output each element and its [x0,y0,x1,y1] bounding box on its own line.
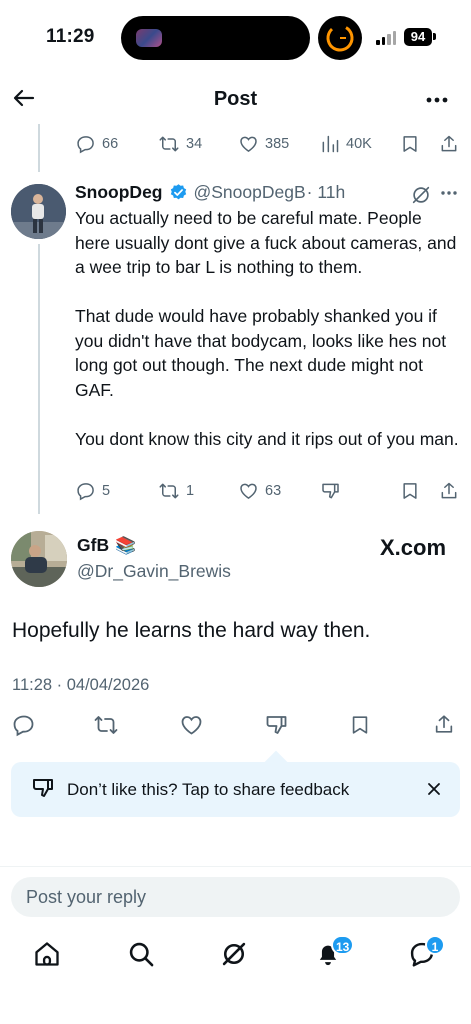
x-com-logo: X.com [380,535,447,560]
bookmark-button[interactable] [400,481,420,501]
timer-activity [318,16,362,60]
main-tweet-author[interactable]: GfB 📚 [77,535,136,556]
view-count: 40K [346,136,372,152]
reply-count: 5 [102,483,111,499]
now-playing-icon [136,29,162,47]
post-age: · 11h [306,182,346,202]
share-icon [441,482,457,499]
reply-icon [77,136,94,154]
repost-count: 1 [186,483,195,499]
repost-button[interactable]: 34 [158,134,202,154]
battery-tip [433,33,436,40]
author-name: GfB [77,535,110,555]
reply-button[interactable]: 5 [76,481,110,501]
nav-grok[interactable] [220,940,248,968]
reply-count: 66 [102,136,119,152]
status-time: 11:29 [46,26,95,47]
grok-icon [222,942,246,966]
status-bar: 11:29 94 [0,0,471,78]
heart-icon [240,483,257,499]
dynamic-island [121,16,310,60]
views-button[interactable]: 40K [320,134,372,154]
like-button[interactable]: 63 [238,481,281,501]
bookmark-icon [403,483,417,499]
thumbs-down-icon [322,483,339,499]
reply-icon [77,483,94,501]
thumbs-down-icon [266,716,287,734]
page-title: Post [213,88,258,110]
author-handle[interactable]: @Dr_Gavin_Brewis [77,561,231,582]
more-options-button[interactable] [424,88,450,112]
repost-button[interactable] [93,713,119,737]
bookmark-icon [403,136,417,152]
close-icon [428,783,440,795]
nav-search[interactable] [127,940,155,968]
divider [0,866,471,867]
repost-icon [159,136,179,152]
page-header: Post [0,78,471,120]
analytics-icon [322,135,339,153]
avatar-photo [11,531,67,587]
more-icon [441,191,457,195]
battery-level: 94 [404,28,432,46]
author-name: SnoopDeg [75,182,163,202]
verified-badge-icon [170,184,186,200]
heart-icon [240,136,257,152]
repost-icon [159,483,179,499]
repost-count: 34 [186,136,203,152]
bookmark-button[interactable] [349,713,371,737]
dislike-button[interactable] [264,713,289,737]
avatar-photo [11,184,66,239]
bookmark-icon [352,716,368,734]
home-icon [35,942,59,966]
grok-button[interactable] [410,184,432,206]
more-icon [426,97,448,103]
share-button[interactable] [439,133,459,155]
notifications-badge: 13 [331,935,355,955]
search-icon [129,942,154,967]
share-icon [441,135,457,152]
share-button[interactable] [433,712,455,737]
nav-home[interactable] [33,940,61,968]
share-icon [435,715,453,733]
snoopdeg-avatar[interactable] [11,184,66,239]
post-timestamp[interactable]: 11:28 · 04/04/2026 [12,676,149,695]
gfb-avatar[interactable] [11,531,67,587]
reply-tweet-author[interactable]: SnoopDeg @SnoopDegB · 11h [75,182,345,203]
cellular-signal-icon [376,31,396,45]
grok-icon [412,186,430,204]
feedback-text: Don’t like this? Tap to share feedback [67,780,350,799]
like-count: 385 [265,136,290,152]
bottom-nav: 13 1 [0,930,471,980]
share-button[interactable] [439,480,459,502]
reply-icon [13,715,34,737]
main-tweet-text: Hopefully he learns the hard way then. [12,619,371,642]
reply-tweet-text: You actually need to be careful mate. Pe… [75,208,459,449]
heart-icon [181,716,202,735]
repost-button[interactable]: 1 [158,481,194,501]
bookmark-button[interactable] [400,134,420,154]
like-button[interactable] [179,713,204,737]
thread-connector-line [38,244,40,514]
like-count: 63 [265,483,282,499]
reply-input[interactable] [11,877,460,917]
reply-button[interactable]: 66 [76,134,118,154]
timer-icon [326,24,354,52]
like-button[interactable]: 385 [238,134,289,154]
author-handle: @SnoopDegB [193,182,306,202]
books-emoji: 📚 [115,535,137,555]
feedback-banner[interactable]: Don’t like this? Tap to share feedback [11,762,460,817]
close-button[interactable] [424,779,444,799]
reply-button[interactable] [12,713,36,737]
tweet-more-button[interactable] [440,190,458,196]
thread-connector-line [38,124,40,172]
repost-icon [94,716,118,734]
reply-input-container[interactable] [11,877,460,917]
dislike-button[interactable] [320,481,341,501]
messages-badge: 1 [425,935,445,955]
thumbs-down-icon [31,776,55,800]
